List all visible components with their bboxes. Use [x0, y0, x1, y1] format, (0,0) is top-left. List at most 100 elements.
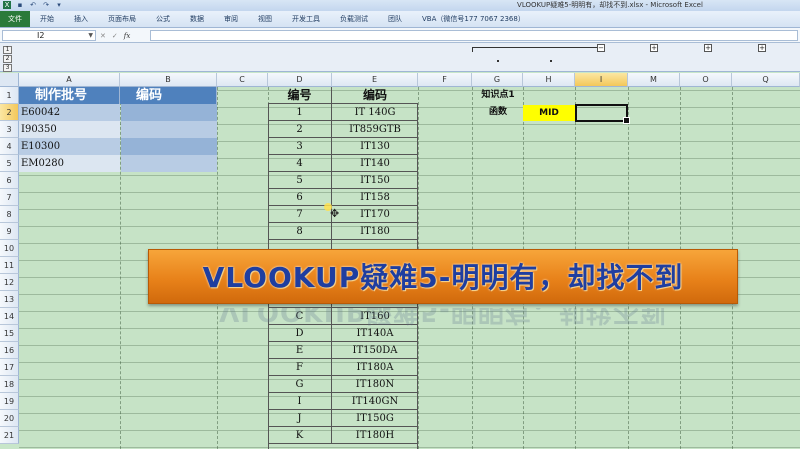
cell-b3[interactable] [121, 121, 217, 138]
expand-group-button-3[interactable]: + [758, 44, 766, 52]
cell-g1-knowledge-label[interactable]: 知识点1 [472, 87, 524, 104]
cell-e[interactable]: IT130 [332, 138, 418, 155]
row-header-11[interactable]: 11 [0, 257, 19, 274]
column-header-e[interactable]: E [332, 73, 418, 87]
cell-e[interactable]: IT 140G [332, 104, 418, 121]
row-header-3[interactable]: 3 [0, 121, 19, 138]
cell-b4[interactable] [121, 138, 217, 155]
tab-load-test[interactable]: 负载测试 [330, 11, 378, 27]
row-header-1[interactable]: 1 [0, 87, 19, 104]
cell-d[interactable]: 1 [268, 104, 332, 121]
row-header-8[interactable]: 8 [0, 206, 19, 223]
chevron-down-icon[interactable]: ▼ [88, 31, 93, 40]
cell-d[interactable]: J [268, 410, 332, 427]
row-header-12[interactable]: 12 [0, 274, 19, 291]
cell-e[interactable]: IT859GTB [332, 121, 418, 138]
column-header-b[interactable]: B [120, 73, 217, 87]
column-header-d[interactable]: D [268, 73, 332, 87]
cell-d[interactable]: 8 [268, 223, 332, 240]
column-header-q[interactable]: Q [732, 73, 800, 87]
cell-e[interactable]: IT140GN [332, 393, 418, 410]
cell-d[interactable]: 5 [268, 172, 332, 189]
row-header-15[interactable]: 15 [0, 325, 19, 342]
row-header-16[interactable]: 16 [0, 342, 19, 359]
row-header-10[interactable]: 10 [0, 240, 19, 257]
outline-level-3-button[interactable]: 3 [3, 64, 12, 72]
cell-d[interactable]: E [268, 342, 332, 359]
cancel-formula-icon[interactable]: ✕ [100, 32, 106, 40]
confirm-formula-icon[interactable]: ✓ [112, 32, 118, 40]
tab-data[interactable]: 数据 [180, 11, 214, 27]
tab-developer[interactable]: 开发工具 [282, 11, 330, 27]
row-header-13[interactable]: 13 [0, 291, 19, 308]
row-header-9[interactable]: 9 [0, 223, 19, 240]
cell-d[interactable]: 3 [268, 138, 332, 155]
select-all-corner[interactable] [0, 73, 19, 87]
tab-vba[interactable]: VBA（微信号177 7067 2368） [412, 11, 535, 27]
column-header-f[interactable]: F [418, 73, 472, 87]
column-header-o[interactable]: O [680, 73, 732, 87]
column-header-m[interactable]: M [628, 73, 680, 87]
cell-b2[interactable] [121, 104, 217, 121]
row-header-14[interactable]: 14 [0, 308, 19, 325]
cell-h2-function-name[interactable]: MID [523, 105, 575, 121]
cell-a2[interactable]: E60042 [19, 104, 120, 121]
cell-d1-header[interactable]: 编号 [268, 87, 332, 104]
column-header-i[interactable]: I [575, 73, 628, 87]
cell-e[interactable]: IT140 [332, 155, 418, 172]
cell-e[interactable]: IT170 [332, 206, 418, 223]
cell-e[interactable]: IT158 [332, 189, 418, 206]
cell-a3[interactable]: I90350 [19, 121, 120, 138]
insert-function-button[interactable]: fx [124, 32, 131, 40]
cell-e[interactable]: IT180A [332, 359, 418, 376]
row-header-18[interactable]: 18 [0, 376, 19, 393]
row-header-4[interactable]: 4 [0, 138, 19, 155]
row-header-6[interactable]: 6 [0, 172, 19, 189]
expand-group-button-1[interactable]: + [650, 44, 658, 52]
row-header-7[interactable]: 7 [0, 189, 19, 206]
cell-e[interactable]: IT150 [332, 172, 418, 189]
cell-g2-function-label[interactable]: 函数 [472, 104, 524, 121]
tab-team[interactable]: 团队 [378, 11, 412, 27]
row-header-5[interactable]: 5 [0, 155, 19, 172]
cell-e[interactable]: IT150G [332, 410, 418, 427]
cell-a4[interactable]: E10300 [19, 138, 120, 155]
cell-d[interactable]: F [268, 359, 332, 376]
cell-a5[interactable]: EM0280 [19, 155, 120, 172]
tab-insert[interactable]: 插入 [64, 11, 98, 27]
tab-page-layout[interactable]: 页面布局 [98, 11, 146, 27]
column-header-h[interactable]: H [523, 73, 575, 87]
collapse-group-button[interactable]: − [597, 44, 605, 52]
row-header-2[interactable]: 2 [0, 104, 19, 121]
tab-home[interactable]: 开始 [30, 11, 64, 27]
cell-e[interactable]: IT180H [332, 427, 418, 444]
cell-e1-header[interactable]: 编码 [332, 87, 418, 104]
cell-e[interactable]: IT150DA [332, 342, 418, 359]
cell-b5[interactable] [121, 155, 217, 172]
name-box[interactable]: I2 ▼ [2, 30, 96, 41]
cell-b1-header[interactable]: 编码 [120, 87, 217, 104]
column-header-g[interactable]: G [472, 73, 523, 87]
cell-d[interactable]: 4 [268, 155, 332, 172]
column-header-c[interactable]: C [217, 73, 268, 87]
outline-level-2-button[interactable]: 2 [3, 55, 12, 63]
tab-file[interactable]: 文件 [0, 11, 30, 27]
tab-review[interactable]: 审阅 [214, 11, 248, 27]
row-header-20[interactable]: 20 [0, 410, 19, 427]
cell-e[interactable]: IT180N [332, 376, 418, 393]
cell-d[interactable]: 2 [268, 121, 332, 138]
row-header-17[interactable]: 17 [0, 359, 19, 376]
cell-d[interactable]: I [268, 393, 332, 410]
cell-d[interactable]: 7 [268, 206, 332, 223]
active-cell-i2[interactable] [575, 104, 630, 124]
column-header-a[interactable]: A [19, 73, 120, 87]
row-header-21[interactable]: 21 [0, 427, 19, 444]
row-header-19[interactable]: 19 [0, 393, 19, 410]
cell-a1-header[interactable]: 制作批号 [19, 87, 120, 104]
cell-e[interactable]: IT180 [332, 223, 418, 240]
tab-formulas[interactable]: 公式 [146, 11, 180, 27]
cell-d[interactable]: G [268, 376, 332, 393]
formula-input[interactable] [150, 30, 798, 41]
outline-level-1-button[interactable]: 1 [3, 46, 12, 54]
cell-d[interactable]: K [268, 427, 332, 444]
